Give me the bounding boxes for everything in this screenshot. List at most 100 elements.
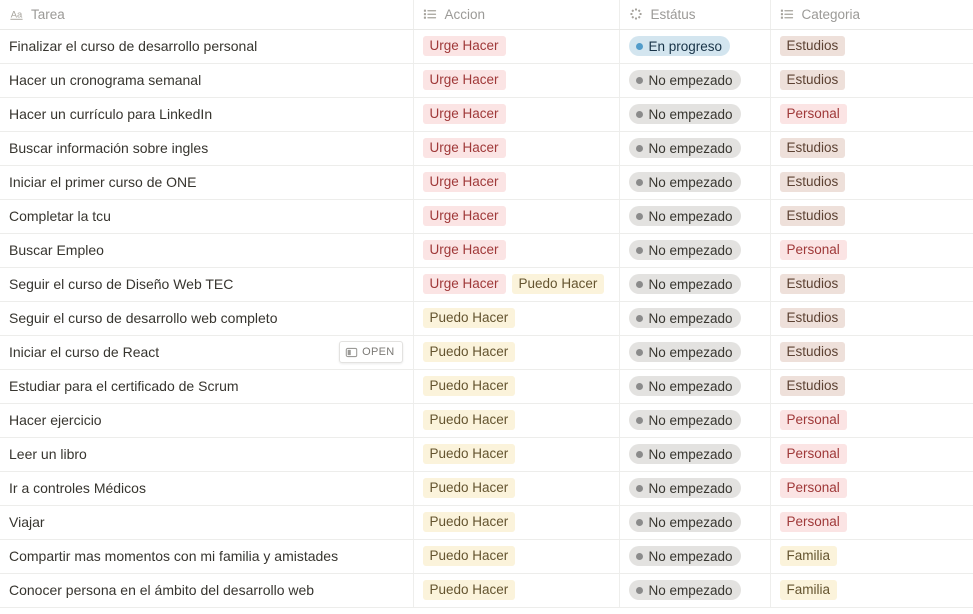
table-row[interactable]: Estudiar para el certificado de Scrum Pue… bbox=[0, 369, 973, 404]
task-title-link[interactable]: Iniciar el curso de React bbox=[9, 344, 159, 360]
cell-accion[interactable]: Puedo Hacer bbox=[412, 539, 619, 574]
cell-estatus[interactable]: No empezado bbox=[618, 63, 770, 98]
task-title-link[interactable]: Buscar Empleo bbox=[9, 242, 104, 258]
table-row[interactable]: Completar la tcu Urge Hacer No empezado Est… bbox=[0, 199, 973, 234]
cell-tarea[interactable]: Iniciar el primer curso de ONE bbox=[0, 165, 413, 200]
cell-tarea[interactable]: Estudiar para el certificado de Scrum bbox=[0, 369, 413, 404]
task-title-link[interactable]: Ir a controles Médicos bbox=[9, 480, 146, 496]
cell-categoria[interactable]: Personal bbox=[769, 233, 973, 268]
cell-accion[interactable]: Puedo Hacer bbox=[412, 437, 619, 472]
cell-categoria[interactable]: Estudios bbox=[769, 369, 973, 404]
table-row[interactable]: Conocer persona en el ámbito del desarro… bbox=[0, 573, 973, 608]
task-title-link[interactable]: Seguir el curso de desarrollo web comple… bbox=[9, 310, 277, 326]
task-title-link[interactable]: Seguir el curso de Diseño Web TEC bbox=[9, 276, 233, 292]
task-title-link[interactable]: Leer un libro bbox=[9, 446, 87, 462]
table-row[interactable]: Finalizar el curso de desarrollo persona… bbox=[0, 29, 973, 64]
cell-accion[interactable]: Urge Hacer bbox=[412, 97, 619, 132]
cell-estatus[interactable]: No empezado bbox=[618, 131, 770, 166]
cell-accion[interactable]: Puedo Hacer bbox=[412, 403, 619, 438]
cell-estatus[interactable]: No empezado bbox=[618, 199, 770, 234]
table-row[interactable]: Seguir el curso de desarrollo web comple… bbox=[0, 301, 973, 336]
task-title-link[interactable]: Completar la tcu bbox=[9, 208, 111, 224]
task-title-link[interactable]: Buscar información sobre ingles bbox=[9, 140, 208, 156]
cell-tarea[interactable]: Finalizar el curso de desarrollo persona… bbox=[0, 29, 413, 64]
task-title-link[interactable]: Hacer un cronograma semanal bbox=[9, 72, 201, 88]
cell-categoria[interactable]: Estudios bbox=[769, 165, 973, 200]
cell-estatus[interactable]: No empezado bbox=[618, 369, 770, 404]
cell-estatus[interactable]: No empezado bbox=[618, 267, 770, 302]
cell-categoria[interactable]: Estudios bbox=[769, 335, 973, 370]
cell-categoria[interactable]: Personal bbox=[769, 97, 973, 132]
cell-accion[interactable]: Puedo Hacer bbox=[412, 335, 619, 370]
cell-tarea[interactable]: Conocer persona en el ámbito del desarro… bbox=[0, 573, 413, 608]
task-title-link[interactable]: Viajar bbox=[9, 514, 45, 530]
cell-accion[interactable]: Puedo Hacer bbox=[412, 369, 619, 404]
table-row[interactable]: Viajar Puedo Hacer No empezado Personal bbox=[0, 505, 973, 540]
column-header-estatus[interactable]: Estátus bbox=[618, 0, 770, 30]
column-header-tarea[interactable]: Aa Tarea bbox=[0, 0, 413, 30]
cell-estatus[interactable]: No empezado bbox=[618, 539, 770, 574]
cell-estatus[interactable]: No empezado bbox=[618, 165, 770, 200]
cell-accion[interactable]: Urge Hacer bbox=[412, 131, 619, 166]
cell-tarea[interactable]: Hacer ejercicio bbox=[0, 403, 413, 438]
cell-tarea[interactable]: Compartir mas momentos con mi familia y … bbox=[0, 539, 413, 574]
cell-categoria[interactable]: Familia bbox=[769, 539, 973, 574]
table-row[interactable]: Seguir el curso de Diseño Web TEC Urge Ha… bbox=[0, 267, 973, 302]
cell-tarea[interactable]: Seguir el curso de Diseño Web TEC bbox=[0, 267, 413, 302]
table-row[interactable]: Buscar Empleo Urge Hacer No empezado Person… bbox=[0, 233, 973, 268]
cell-estatus[interactable]: No empezado bbox=[618, 437, 770, 472]
task-title-link[interactable]: Compartir mas momentos con mi familia y … bbox=[9, 548, 338, 564]
cell-accion[interactable]: Urge Hacer bbox=[412, 29, 619, 64]
cell-accion[interactable]: Puedo Hacer bbox=[412, 573, 619, 608]
cell-accion[interactable]: Urge Hacer bbox=[412, 165, 619, 200]
cell-tarea[interactable]: Buscar información sobre ingles bbox=[0, 131, 413, 166]
task-title-link[interactable]: Iniciar el primer curso de ONE bbox=[9, 174, 197, 190]
open-page-button[interactable]: OPEN bbox=[339, 341, 403, 363]
cell-categoria[interactable]: Estudios bbox=[769, 29, 973, 64]
table-row[interactable]: Hacer un cronograma semanal Urge Hacer No … bbox=[0, 63, 973, 98]
cell-estatus[interactable]: No empezado bbox=[618, 335, 770, 370]
cell-tarea[interactable]: Buscar Empleo bbox=[0, 233, 413, 268]
cell-estatus[interactable]: No empezado bbox=[618, 471, 770, 506]
cell-tarea[interactable]: Hacer un currículo para LinkedIn bbox=[0, 97, 413, 132]
cell-estatus[interactable]: No empezado bbox=[618, 233, 770, 268]
cell-categoria[interactable]: Estudios bbox=[769, 131, 973, 166]
cell-tarea[interactable]: Ir a controles Médicos bbox=[0, 471, 413, 506]
table-row[interactable]: Leer un libro Puedo Hacer No empezado Perso… bbox=[0, 437, 973, 472]
table-row[interactable]: Iniciar el primer curso de ONE Urge Hacer… bbox=[0, 165, 973, 200]
cell-tarea[interactable]: Viajar bbox=[0, 505, 413, 540]
cell-accion[interactable]: Urge Hacer bbox=[412, 63, 619, 98]
cell-accion[interactable]: Puedo Hacer bbox=[412, 505, 619, 540]
cell-categoria[interactable]: Estudios bbox=[769, 301, 973, 336]
cell-accion[interactable]: Puedo Hacer bbox=[412, 301, 619, 336]
cell-categoria[interactable]: Familia bbox=[769, 573, 973, 608]
cell-tarea[interactable]: Completar la tcu bbox=[0, 199, 413, 234]
cell-tarea[interactable]: Hacer un cronograma semanal bbox=[0, 63, 413, 98]
cell-categoria[interactable]: Personal bbox=[769, 471, 973, 506]
table-row[interactable]: Compartir mas momentos con mi familia y … bbox=[0, 539, 973, 574]
cell-categoria[interactable]: Estudios bbox=[769, 267, 973, 302]
table-row[interactable]: Hacer ejercicio Puedo Hacer No empezado Per… bbox=[0, 403, 973, 438]
cell-tarea[interactable]: Leer un libro bbox=[0, 437, 413, 472]
column-header-categoria[interactable]: Categoria bbox=[769, 0, 973, 30]
cell-accion[interactable]: Puedo Hacer bbox=[412, 471, 619, 506]
table-row[interactable]: Ir a controles Médicos Puedo Hacer No empe… bbox=[0, 471, 973, 506]
cell-categoria[interactable]: Personal bbox=[769, 403, 973, 438]
cell-accion[interactable]: Urge Hacer bbox=[412, 199, 619, 234]
cell-estatus[interactable]: No empezado bbox=[618, 573, 770, 608]
column-header-accion[interactable]: Accion bbox=[412, 0, 619, 30]
cell-categoria[interactable]: Personal bbox=[769, 437, 973, 472]
task-title-link[interactable]: Conocer persona en el ámbito del desarro… bbox=[9, 582, 314, 598]
cell-accion[interactable]: Urge Hacer Puedo Hacer bbox=[412, 267, 619, 302]
cell-estatus[interactable]: No empezado bbox=[618, 505, 770, 540]
cell-categoria[interactable]: Personal bbox=[769, 505, 973, 540]
task-title-link[interactable]: Finalizar el curso de desarrollo persona… bbox=[9, 38, 257, 54]
table-row[interactable]: Hacer un currículo para LinkedIn Urge Hac… bbox=[0, 97, 973, 132]
cell-estatus[interactable]: No empezado bbox=[618, 403, 770, 438]
cell-estatus[interactable]: En progreso bbox=[618, 29, 770, 64]
cell-tarea[interactable]: Iniciar el curso de React OPEN bbox=[0, 335, 413, 370]
table-row[interactable]: Buscar información sobre ingles Urge Hace… bbox=[0, 131, 973, 166]
cell-tarea[interactable]: Seguir el curso de desarrollo web comple… bbox=[0, 301, 413, 336]
cell-categoria[interactable]: Estudios bbox=[769, 63, 973, 98]
cell-categoria[interactable]: Estudios bbox=[769, 199, 973, 234]
